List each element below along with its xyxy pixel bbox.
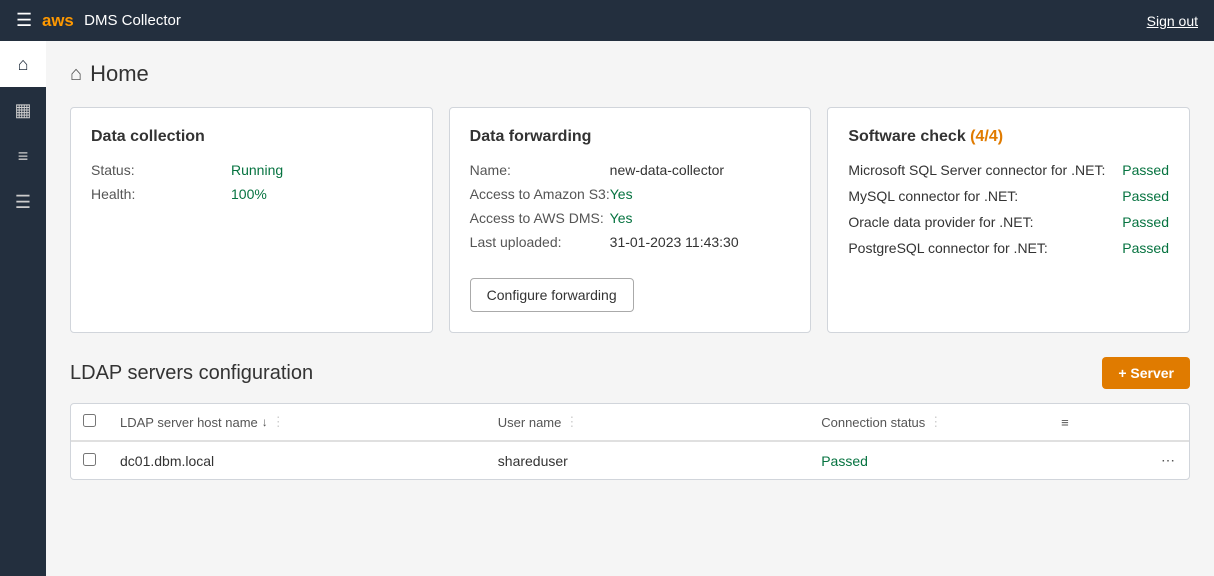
health-value: 100% (231, 186, 267, 202)
page-title-row: ⌂ Home (70, 61, 1190, 87)
check-status-mssql: Passed (1122, 162, 1169, 178)
check-status-postgresql: Passed (1122, 240, 1169, 256)
main-content: ⌂ Home Data collection Status: Running H… (46, 41, 1214, 576)
sidebar-item-home[interactable]: ⌂ (0, 41, 46, 87)
row-hostname: dc01.dbm.local (108, 441, 486, 479)
col-view-icon[interactable]: ≡ (1061, 415, 1069, 430)
col-header-checkbox (71, 404, 108, 441)
check-label-mssql: Microsoft SQL Server connector for .NET: (848, 162, 1106, 178)
sidebar-item-reports[interactable]: ≡ (0, 133, 46, 179)
topnav-left: ☰ aws DMS Collector (16, 10, 181, 32)
row-status-value: Passed (821, 453, 868, 469)
data-forwarding-title: Data forwarding (470, 128, 791, 146)
check-label-mysql: MySQL connector for .NET: (848, 188, 1106, 204)
database-sidebar-icon: ▦ (14, 100, 31, 121)
check-row-mssql: Microsoft SQL Server connector for .NET:… (848, 162, 1169, 178)
aws-logo-icon: aws (42, 10, 78, 32)
data-collection-card: Data collection Status: Running Health: … (70, 107, 433, 333)
check-label-oracle: Oracle data provider for .NET: (848, 214, 1106, 230)
fw-uploaded-value: 31-01-2023 11:43:30 (610, 234, 739, 250)
fw-s3-row: Access to Amazon S3: Yes (470, 186, 791, 202)
hostname-sort-icon[interactable]: ↓ (262, 415, 268, 429)
status-row: Status: Running (91, 162, 412, 178)
svg-text:aws: aws (42, 10, 74, 29)
ldap-header: LDAP servers configuration + Server (70, 357, 1190, 389)
status-col-sep: ⋮ (929, 414, 942, 430)
username-col-label: User name (498, 415, 562, 430)
row-checkbox-cell (71, 441, 108, 479)
username-col-sep: ⋮ (565, 414, 578, 430)
row-checkbox[interactable] (83, 453, 96, 466)
data-collection-title: Data collection (91, 128, 412, 146)
page-home-icon: ⌂ (70, 63, 82, 86)
page-title: Home (90, 61, 149, 87)
fw-name-value: new-data-collector (610, 162, 724, 178)
row-actions-menu-icon[interactable]: ⋯ (1161, 452, 1177, 468)
settings-sidebar-icon: ☰ (15, 192, 31, 213)
ldap-table-body: dc01.dbm.local shareduser Passed ⋯ (71, 441, 1189, 479)
software-check-card: Software check (4/4) Microsoft SQL Serve… (827, 107, 1190, 333)
ldap-table-head: LDAP server host name ↓ ⋮ User name ⋮ (71, 404, 1189, 441)
fw-name-row: Name: new-data-collector (470, 162, 791, 178)
check-row-postgresql: PostgreSQL connector for .NET: Passed (848, 240, 1169, 256)
health-row: Health: 100% (91, 186, 412, 202)
ldap-section: LDAP servers configuration + Server LDAP… (70, 357, 1190, 480)
software-check-badge: (4/4) (970, 128, 1003, 145)
row-username: shareduser (486, 441, 809, 479)
layout: ⌂ ▦ ≡ ☰ ⌂ Home Data collection Status: R… (0, 41, 1214, 576)
health-label: Health: (91, 186, 231, 202)
cards-row: Data collection Status: Running Health: … (70, 107, 1190, 333)
ldap-title: LDAP servers configuration (70, 362, 313, 385)
topnav: ☰ aws DMS Collector Sign out (0, 0, 1214, 41)
select-all-checkbox[interactable] (83, 414, 96, 427)
col-header-status: Connection status ⋮ ≡ (809, 404, 1081, 441)
table-row: dc01.dbm.local shareduser Passed ⋯ (71, 441, 1189, 479)
configure-forwarding-button[interactable]: Configure forwarding (470, 278, 634, 312)
ldap-table-header-row: LDAP server host name ↓ ⋮ User name ⋮ (71, 404, 1189, 441)
hostname-col-sep: ⋮ (272, 414, 285, 430)
status-col-label: Connection status (821, 415, 925, 430)
fw-name-label: Name: (470, 162, 610, 178)
row-status: Passed (809, 441, 1081, 479)
ldap-table-wrapper: LDAP server host name ↓ ⋮ User name ⋮ (70, 403, 1190, 480)
col-header-hostname: LDAP server host name ↓ ⋮ (108, 404, 486, 441)
fw-dms-value: Yes (610, 210, 633, 226)
check-status-mysql: Passed (1122, 188, 1169, 204)
col-header-actions (1081, 404, 1189, 441)
fw-uploaded-row: Last uploaded: 31-01-2023 11:43:30 (470, 234, 791, 250)
check-row-mysql: MySQL connector for .NET: Passed (848, 188, 1169, 204)
sidebar-item-settings[interactable]: ☰ (0, 179, 46, 225)
fw-s3-value: Yes (610, 186, 633, 202)
sidebar-item-database[interactable]: ▦ (0, 87, 46, 133)
status-value: Running (231, 162, 283, 178)
fw-dms-label: Access to AWS DMS: (470, 210, 610, 226)
sign-out-link[interactable]: Sign out (1147, 13, 1198, 29)
fw-dms-row: Access to AWS DMS: Yes (470, 210, 791, 226)
software-check-title: Software check (4/4) (848, 128, 1169, 146)
hostname-col-label: LDAP server host name (120, 415, 258, 430)
fw-s3-label: Access to Amazon S3: (470, 186, 610, 202)
ldap-table: LDAP server host name ↓ ⋮ User name ⋮ (71, 404, 1189, 479)
home-sidebar-icon: ⌂ (18, 54, 29, 75)
app-title: DMS Collector (84, 12, 181, 29)
hamburger-icon[interactable]: ☰ (16, 10, 32, 31)
col-header-username: User name ⋮ (486, 404, 809, 441)
check-label-postgresql: PostgreSQL connector for .NET: (848, 240, 1106, 256)
row-actions-cell: ⋯ (1081, 441, 1189, 479)
add-server-button[interactable]: + Server (1102, 357, 1190, 389)
status-label: Status: (91, 162, 231, 178)
reports-sidebar-icon: ≡ (18, 146, 29, 167)
data-forwarding-card: Data forwarding Name: new-data-collector… (449, 107, 812, 333)
check-status-oracle: Passed (1122, 214, 1169, 230)
check-row-oracle: Oracle data provider for .NET: Passed (848, 214, 1169, 230)
fw-uploaded-label: Last uploaded: (470, 234, 610, 250)
aws-logo: aws DMS Collector (42, 10, 181, 32)
sidebar: ⌂ ▦ ≡ ☰ (0, 41, 46, 576)
